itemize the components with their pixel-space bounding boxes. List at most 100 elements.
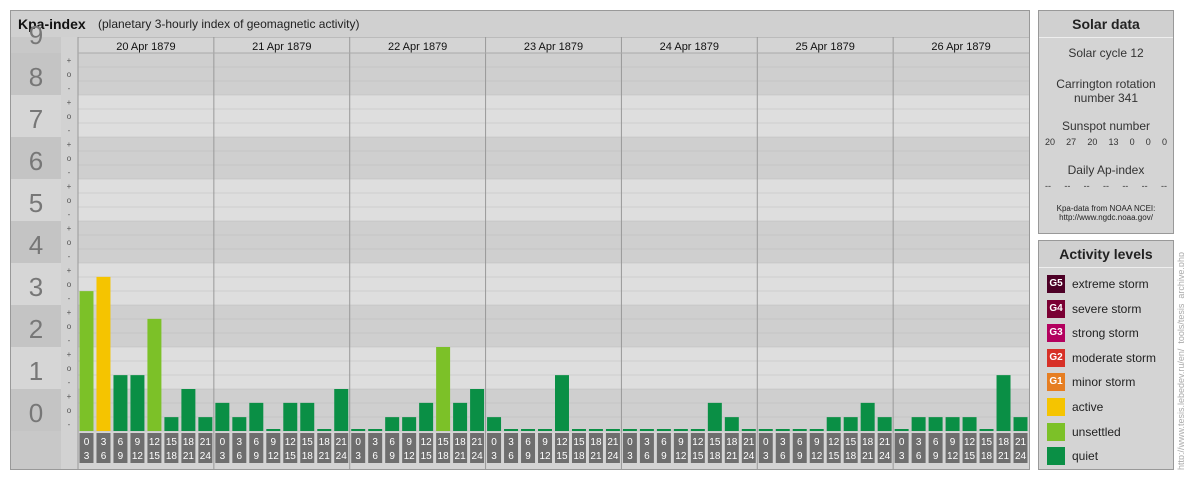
hour-label-bottom: 9 — [254, 451, 260, 462]
legend-swatch: G4 — [1047, 299, 1065, 318]
kp-bar — [504, 429, 519, 431]
minor-tick-label: - — [68, 126, 71, 135]
kp-bar — [436, 347, 451, 431]
minor-tick-label: + — [67, 350, 72, 359]
legend-swatch: G2 — [1047, 348, 1065, 367]
hour-label-bottom: 15 — [556, 451, 568, 462]
kp-bar — [266, 429, 281, 431]
hour-label-bottom: 6 — [372, 451, 378, 462]
sunspot-value: 0 — [1161, 137, 1167, 147]
kp-bar — [911, 417, 926, 431]
hour-label-bottom: 9 — [118, 451, 124, 462]
legend-label: active — [1072, 400, 1104, 414]
kp-bar — [334, 389, 349, 431]
kp-bar — [996, 375, 1011, 431]
sunspot-title: Sunspot number — [1061, 119, 1151, 133]
activity-levels-title: Activity levels — [1039, 241, 1173, 268]
ap-index-values: -- -- -- -- -- -- -- — [1039, 181, 1173, 191]
hour-label-bottom: 12 — [947, 451, 959, 462]
hour-label-top: 15 — [709, 437, 721, 448]
sunspot-values: 20 27 20 13 0 0 0 — [1039, 137, 1173, 147]
hour-label-top: 12 — [556, 437, 568, 448]
hour-label-bottom: 21 — [998, 451, 1010, 462]
minor-tick-label: o — [67, 70, 72, 79]
kpa-chart-panel: Kpa-index (planetary 3-hourly index of g… — [10, 10, 1030, 470]
hour-label-top: 12 — [285, 437, 297, 448]
hour-label-bottom: 3 — [627, 451, 633, 462]
hour-label-bottom: 6 — [644, 451, 650, 462]
day-label: 26 Apr 1879 — [931, 41, 990, 53]
hour-label-top: 6 — [389, 437, 395, 448]
minor-tick-label: o — [67, 364, 72, 373]
hour-label-bottom: 18 — [166, 451, 178, 462]
day-label: 23 Apr 1879 — [524, 41, 583, 53]
hour-label-top: 18 — [319, 437, 331, 448]
kp-bar — [707, 402, 722, 431]
day-label: 25 Apr 1879 — [796, 41, 855, 53]
minor-tick-label: o — [67, 238, 72, 247]
hour-label-top: 21 — [472, 437, 484, 448]
minor-tick-label: - — [68, 210, 71, 219]
kp-bar — [622, 429, 637, 431]
kp-bar — [945, 417, 960, 431]
hour-label-bottom: 24 — [336, 451, 348, 462]
source-credit: http://www.tesis.lebedev.ru/en/_tools/te… — [1176, 252, 1184, 470]
legend-label: minor storm — [1072, 375, 1136, 390]
kp-bar — [419, 402, 434, 431]
y-tick-label: 6 — [29, 146, 43, 176]
hour-label-top: 3 — [644, 437, 650, 448]
kp-bar — [690, 429, 705, 431]
legend-label: unsettled — [1072, 424, 1121, 439]
hour-label-top: 15 — [981, 437, 993, 448]
minor-tick-label: + — [67, 308, 72, 317]
hour-label-bottom: 21 — [455, 451, 467, 462]
hour-label-top: 3 — [508, 437, 514, 448]
hour-label-top: 0 — [84, 437, 90, 448]
kp-bar — [351, 429, 366, 431]
kp-bar — [928, 417, 943, 431]
legend-item: quiet — [1047, 447, 1173, 466]
hour-label-bottom: 3 — [220, 451, 226, 462]
minor-tick-label: - — [68, 168, 71, 177]
kp-bar — [470, 389, 485, 431]
hour-label-top: 15 — [302, 437, 314, 448]
kp-bar — [487, 417, 502, 431]
kp-bar — [79, 291, 94, 431]
source-line-2: http://www.ngdc.noaa.gov/ — [1059, 213, 1153, 222]
minor-tick-label: + — [67, 266, 72, 275]
y-tick-label: 1 — [29, 356, 43, 386]
minor-tick-label: o — [67, 112, 72, 121]
plot-level-band — [78, 221, 1029, 263]
hour-label-bottom: 15 — [149, 451, 161, 462]
hour-label-bottom: 18 — [709, 451, 721, 462]
hour-label-bottom: 21 — [726, 451, 738, 462]
hour-label-bottom: 24 — [472, 451, 484, 462]
hour-label-top: 3 — [101, 437, 107, 448]
legend-item: G1 minor storm — [1047, 373, 1173, 392]
y-tick-label: 7 — [29, 104, 43, 134]
kp-bar — [232, 417, 247, 431]
kp-bar — [758, 429, 773, 431]
hour-label-top: 15 — [573, 437, 585, 448]
kp-bar — [588, 429, 603, 431]
kp-bar — [555, 375, 569, 431]
hour-label-top: 3 — [916, 437, 922, 448]
day-label: 21 Apr 1879 — [252, 41, 311, 53]
solar-cycle: Solar cycle 12 — [1068, 46, 1144, 60]
hour-label-top: 0 — [220, 437, 226, 448]
hour-label-top: 21 — [743, 437, 755, 448]
ap-index-value: -- — [1122, 181, 1129, 191]
kp-bar — [979, 429, 994, 431]
minor-tick-label: o — [67, 322, 72, 331]
hour-label-bottom: 3 — [763, 451, 769, 462]
hour-label-top: 3 — [372, 437, 378, 448]
y-tick-label: 5 — [29, 188, 43, 218]
legend-swatch: G3 — [1047, 324, 1065, 343]
hour-label-top: 6 — [933, 437, 939, 448]
plot-level-band — [78, 137, 1029, 179]
legend-item: G3 strong storm — [1047, 324, 1173, 343]
hour-label-top: 21 — [200, 437, 212, 448]
kp-bar — [181, 389, 196, 431]
activity-levels-panel: Activity levels G5 extreme storm G4 severe … — [1038, 240, 1174, 470]
hour-label-bottom: 12 — [675, 451, 687, 462]
